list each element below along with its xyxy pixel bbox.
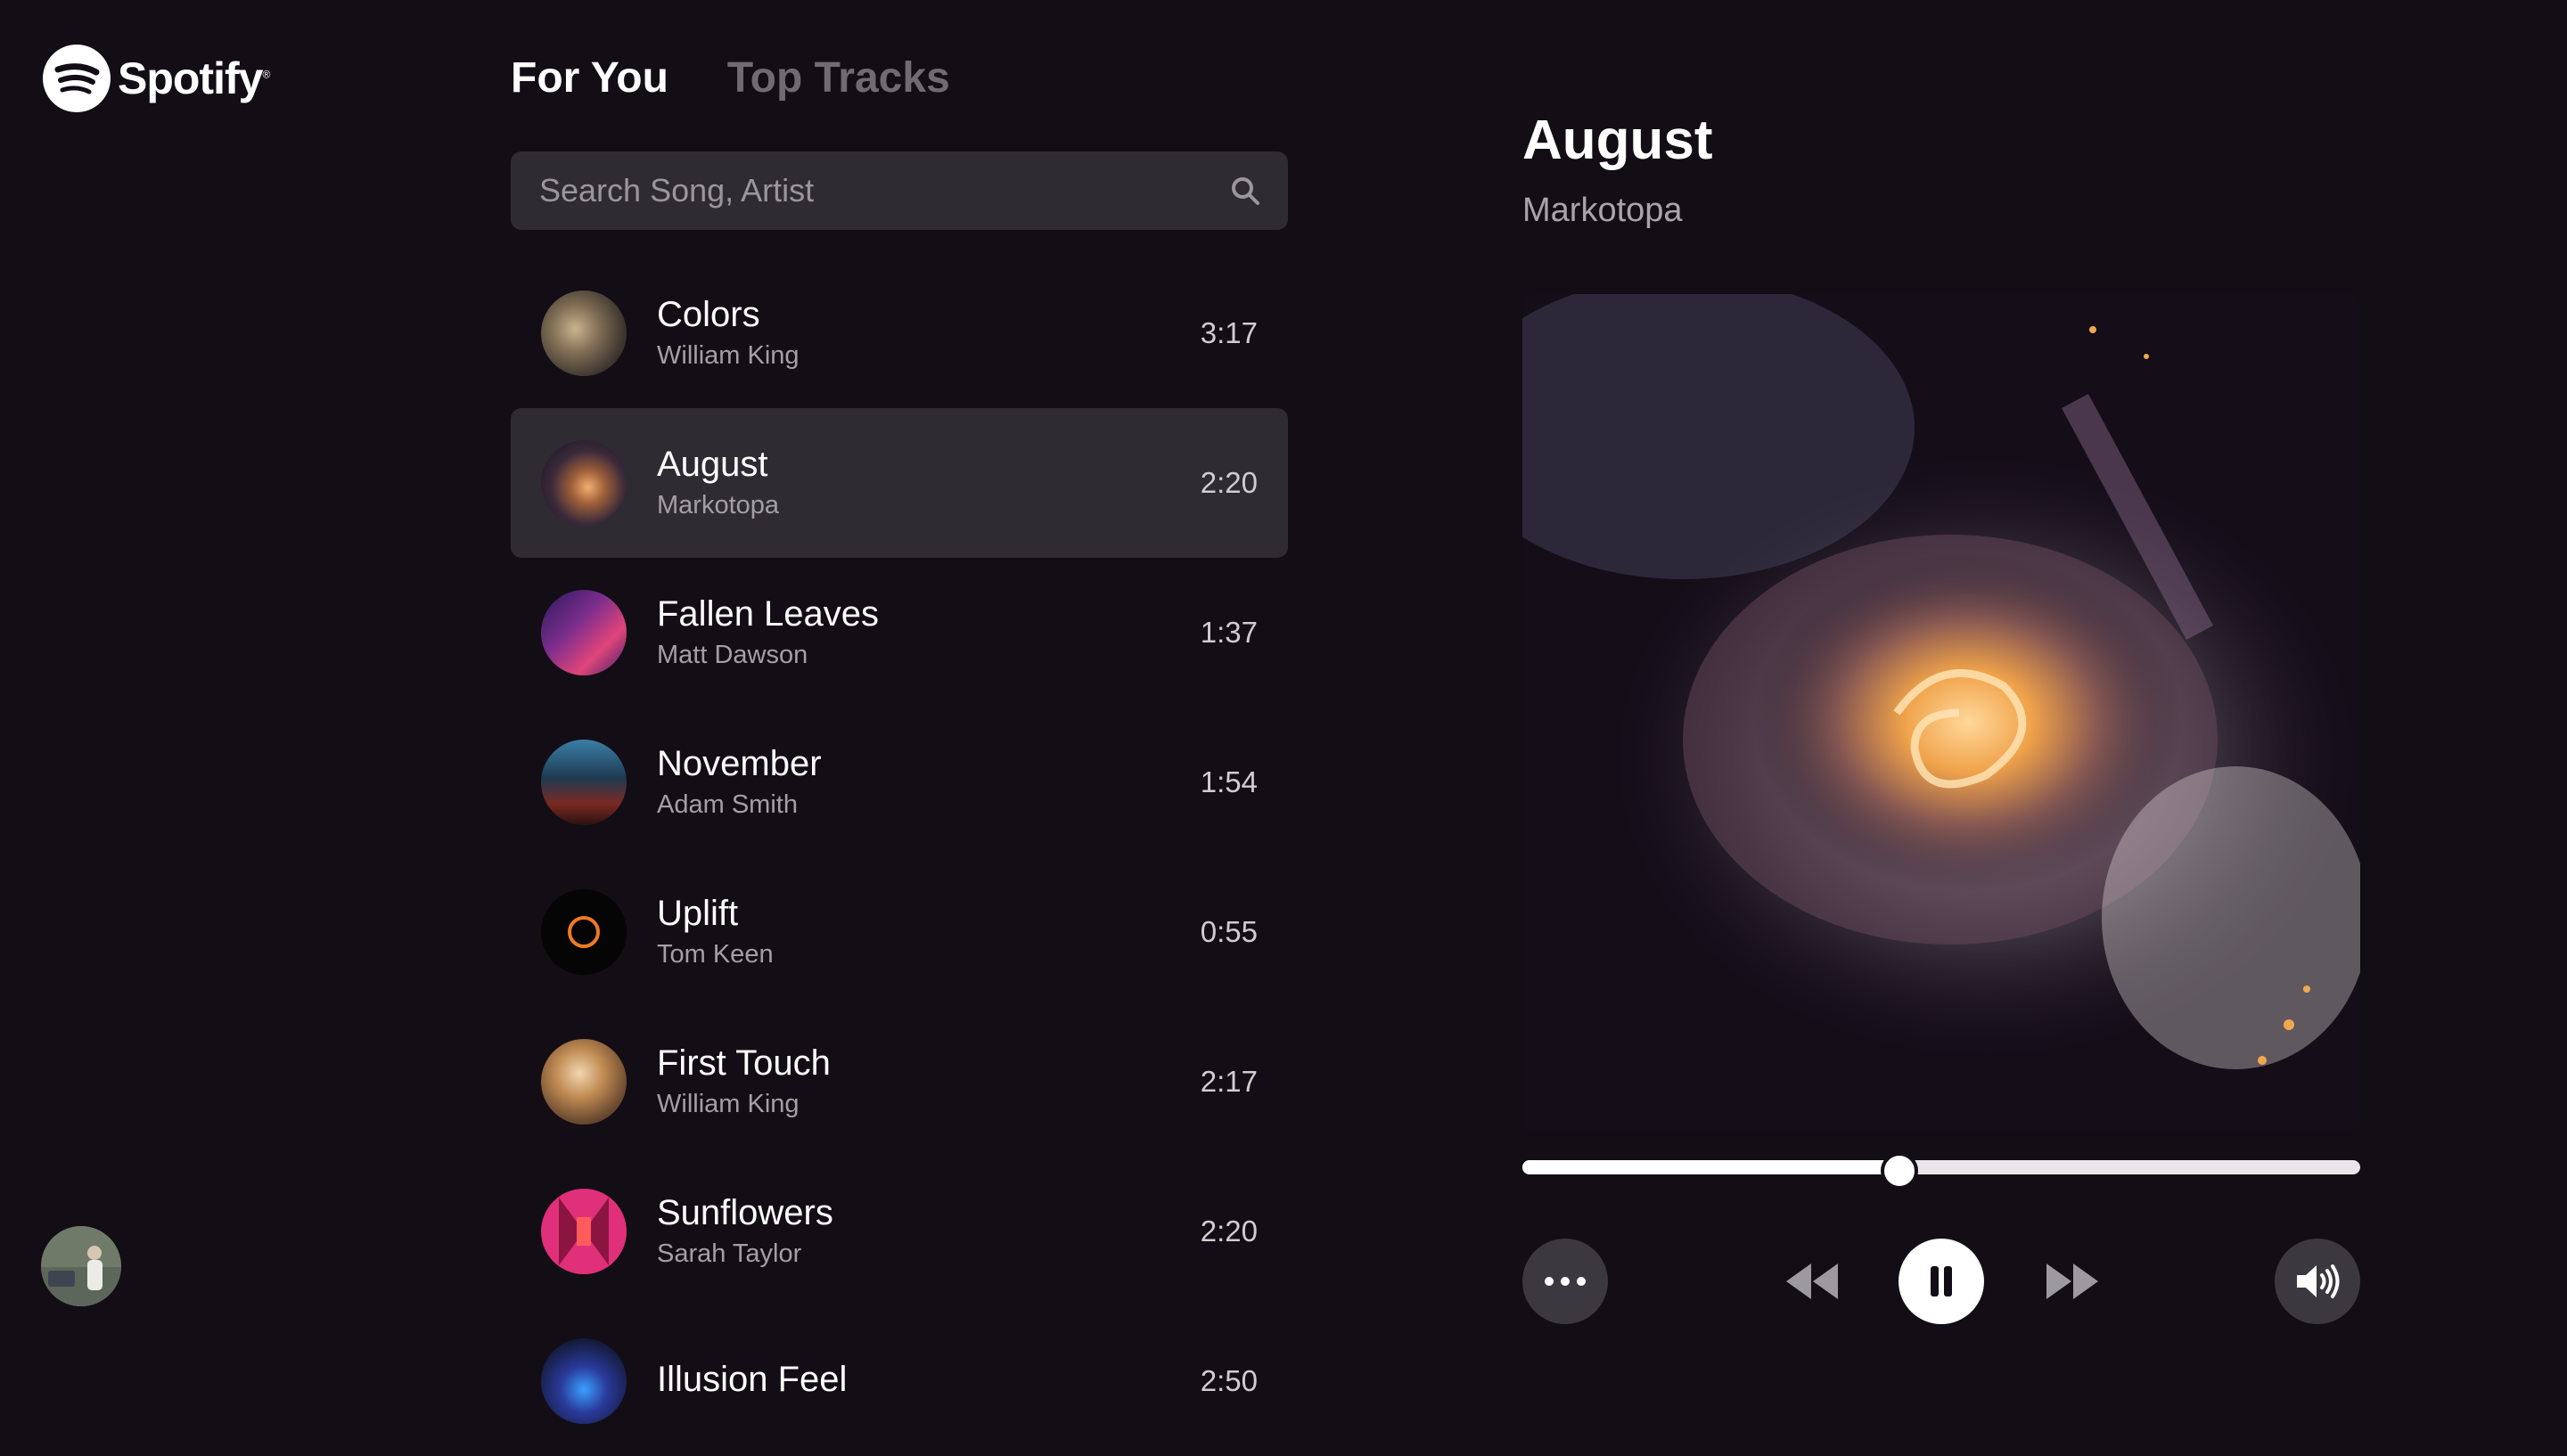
track-title: Colors (657, 295, 760, 334)
track-duration: 2:17 (1200, 1065, 1258, 1098)
track-cover (541, 290, 627, 376)
track-row[interactable]: Sunflowers Sarah Taylor 2:20 (511, 1157, 1288, 1306)
now-playing-artist: Markotopa (1522, 192, 1683, 229)
track-duration: 3:17 (1200, 316, 1258, 349)
track-artist: William King (657, 341, 800, 370)
track-artist: Markotopa (657, 491, 780, 519)
previous-icon (1786, 1264, 1838, 1299)
track-artist: Sarah Taylor (657, 1239, 802, 1268)
track-duration: 1:54 (1200, 765, 1258, 798)
volume-icon (2297, 1264, 2340, 1298)
track-artist: Matt Dawson (657, 641, 808, 669)
track-row[interactable]: Colors William King 3:17 (511, 258, 1288, 408)
spotify-logo[interactable]: Spotify® (43, 45, 270, 112)
track-title: Illusion Feel (657, 1360, 848, 1399)
track-row[interactable]: November Adam Smith 1:54 (511, 708, 1288, 857)
track-title: Fallen Leaves (657, 594, 880, 634)
track-cover (541, 1039, 627, 1125)
more-icon (1545, 1277, 1586, 1286)
track-title: Sunflowers (657, 1193, 833, 1232)
tab-bar: For You Top Tracks (511, 53, 950, 102)
track-row-active[interactable]: August Markotopa 2:20 (511, 408, 1288, 558)
user-avatar[interactable] (41, 1226, 121, 1306)
track-title: August (657, 445, 768, 484)
track-cover (541, 740, 627, 825)
progress-fill (1522, 1160, 1899, 1174)
tab-for-you[interactable]: For You (511, 53, 668, 102)
search-bar (511, 151, 1288, 230)
album-cover (1522, 294, 2360, 1132)
now-playing-title: August (1522, 110, 1713, 171)
track-list: Colors William King 3:17 August Markotop… (511, 258, 1288, 1456)
search-icon[interactable] (1229, 175, 1261, 207)
track-duration: 0:55 (1200, 915, 1258, 948)
pause-icon (1931, 1266, 1952, 1296)
track-title: First Touch (657, 1043, 831, 1083)
track-row[interactable]: Fallen Leaves Matt Dawson 1:37 (511, 558, 1288, 708)
pause-button[interactable] (1899, 1239, 1984, 1324)
search-input[interactable] (537, 171, 1229, 210)
track-cover (541, 590, 627, 675)
tab-top-tracks[interactable]: Top Tracks (727, 53, 950, 102)
previous-button[interactable] (1783, 1239, 1841, 1324)
track-artist: Adam Smith (657, 790, 798, 819)
track-duration: 1:37 (1200, 616, 1258, 649)
track-row[interactable]: First Touch William King 2:17 (511, 1007, 1288, 1157)
track-cover (541, 440, 627, 526)
track-cover (541, 889, 627, 975)
playback-progress-bar[interactable] (1522, 1152, 2360, 1190)
track-row[interactable]: Uplift Tom Keen 0:55 (511, 857, 1288, 1007)
track-cover (541, 1189, 627, 1274)
track-title: Uplift (657, 894, 739, 933)
next-icon (2046, 1264, 2098, 1299)
spotify-icon (43, 45, 111, 112)
track-duration: 2:20 (1200, 466, 1258, 499)
track-artist: Tom Keen (657, 940, 774, 969)
next-button[interactable] (2043, 1239, 2102, 1324)
track-cover (541, 1338, 627, 1424)
track-row[interactable]: Illusion Feel 2:50 (511, 1306, 1288, 1456)
track-duration: 2:50 (1200, 1364, 1258, 1397)
more-button[interactable] (1522, 1239, 1608, 1324)
volume-button[interactable] (2275, 1239, 2360, 1324)
progress-knob[interactable] (1881, 1152, 1918, 1190)
track-artist: William King (657, 1090, 800, 1118)
track-duration: 2:20 (1200, 1215, 1258, 1247)
brand-name: Spotify® (118, 53, 270, 103)
track-title: November (657, 744, 822, 783)
